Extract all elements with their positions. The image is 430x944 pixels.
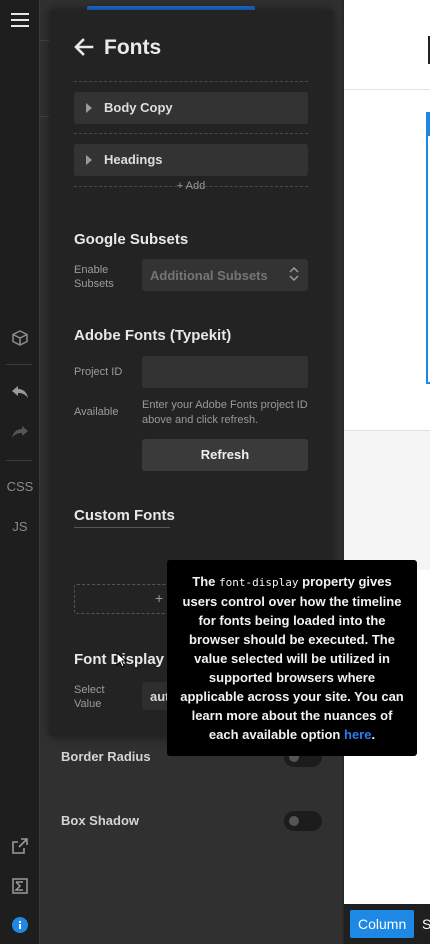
- mouse-cursor-icon: [116, 651, 128, 671]
- info-icon[interactable]: [0, 916, 40, 934]
- back-arrow-icon[interactable]: [74, 34, 98, 60]
- tooltip-text-main: property gives users control over how th…: [180, 574, 404, 742]
- toolbar-divider: [6, 460, 32, 461]
- cube-icon[interactable]: [0, 328, 40, 348]
- tooltip-text-pre: The: [192, 574, 216, 589]
- external-link-icon[interactable]: [0, 836, 40, 856]
- caret-right-icon: [86, 103, 92, 113]
- tooltip-code: font-display: [219, 576, 299, 589]
- panel-divider: [40, 116, 50, 117]
- select-placeholder: Additional Subsets: [150, 268, 268, 283]
- plus-icon: +: [155, 590, 164, 606]
- page-title: Fonts: [104, 36, 162, 59]
- adobe-fonts-title: Adobe Fonts (Typekit): [74, 327, 232, 344]
- project-id-input[interactable]: [142, 356, 308, 388]
- panel-divider: [40, 40, 50, 41]
- accordion-headings[interactable]: Headings: [74, 144, 308, 176]
- breadcrumb-column-button[interactable]: Column: [350, 910, 415, 938]
- toolbar-divider: [6, 364, 32, 365]
- font-display-tooltip: The font-display property gives users co…: [167, 560, 417, 756]
- accordion-label: Body Copy: [104, 100, 173, 115]
- accordion-label: Headings: [104, 152, 163, 167]
- redo-icon[interactable]: [0, 422, 40, 442]
- caret-right-icon: [86, 155, 92, 165]
- title-underline: [74, 527, 170, 528]
- breadcrumb-next-button[interactable]: S: [422, 910, 430, 938]
- google-subsets-title: Google Subsets: [74, 231, 189, 248]
- undo-icon[interactable]: [0, 382, 40, 402]
- project-id-label: Project ID: [74, 366, 123, 378]
- tooltip-link[interactable]: here: [344, 727, 371, 742]
- canvas-header-section[interactable]: [344, 0, 430, 90]
- adobe-help-text: Enter your Adobe Fonts project ID above …: [142, 399, 308, 426]
- refresh-button[interactable]: Refresh: [142, 439, 308, 471]
- app-root: Column S Border Radius Box Shadow CSS JS: [0, 0, 430, 944]
- css-button[interactable]: CSS: [0, 478, 40, 494]
- left-toolbar: CSS JS: [0, 0, 40, 944]
- selected-element-outline[interactable]: [426, 112, 430, 384]
- add-font-button[interactable]: + Add: [50, 180, 332, 192]
- fonts-panel-header: Fonts: [50, 10, 332, 82]
- select-value-label: Select Value: [74, 684, 105, 710]
- tooltip-text-post: .: [371, 727, 376, 742]
- site-canvas[interactable]: Column S: [342, 0, 430, 944]
- dashed-divider: [74, 133, 308, 134]
- enable-subsets-label: Enable Subsets: [74, 264, 114, 290]
- chevron-updown-icon: [289, 266, 299, 283]
- custom-fonts-title: Custom Fonts: [74, 507, 175, 524]
- box-shadow-label: Box Shadow: [61, 813, 140, 828]
- available-label: Available: [74, 406, 119, 418]
- accordion-body-copy[interactable]: Body Copy: [74, 92, 308, 124]
- dashed-divider: [74, 81, 308, 82]
- hamburger-menu-icon[interactable]: [0, 10, 40, 30]
- box-shadow-toggle[interactable]: [284, 811, 322, 831]
- sigma-icon[interactable]: [0, 876, 40, 896]
- additional-subsets-select[interactable]: Additional Subsets: [142, 259, 308, 291]
- canvas-section-gray[interactable]: [344, 430, 430, 570]
- border-radius-label: Border Radius: [61, 749, 151, 764]
- js-button[interactable]: JS: [0, 518, 40, 534]
